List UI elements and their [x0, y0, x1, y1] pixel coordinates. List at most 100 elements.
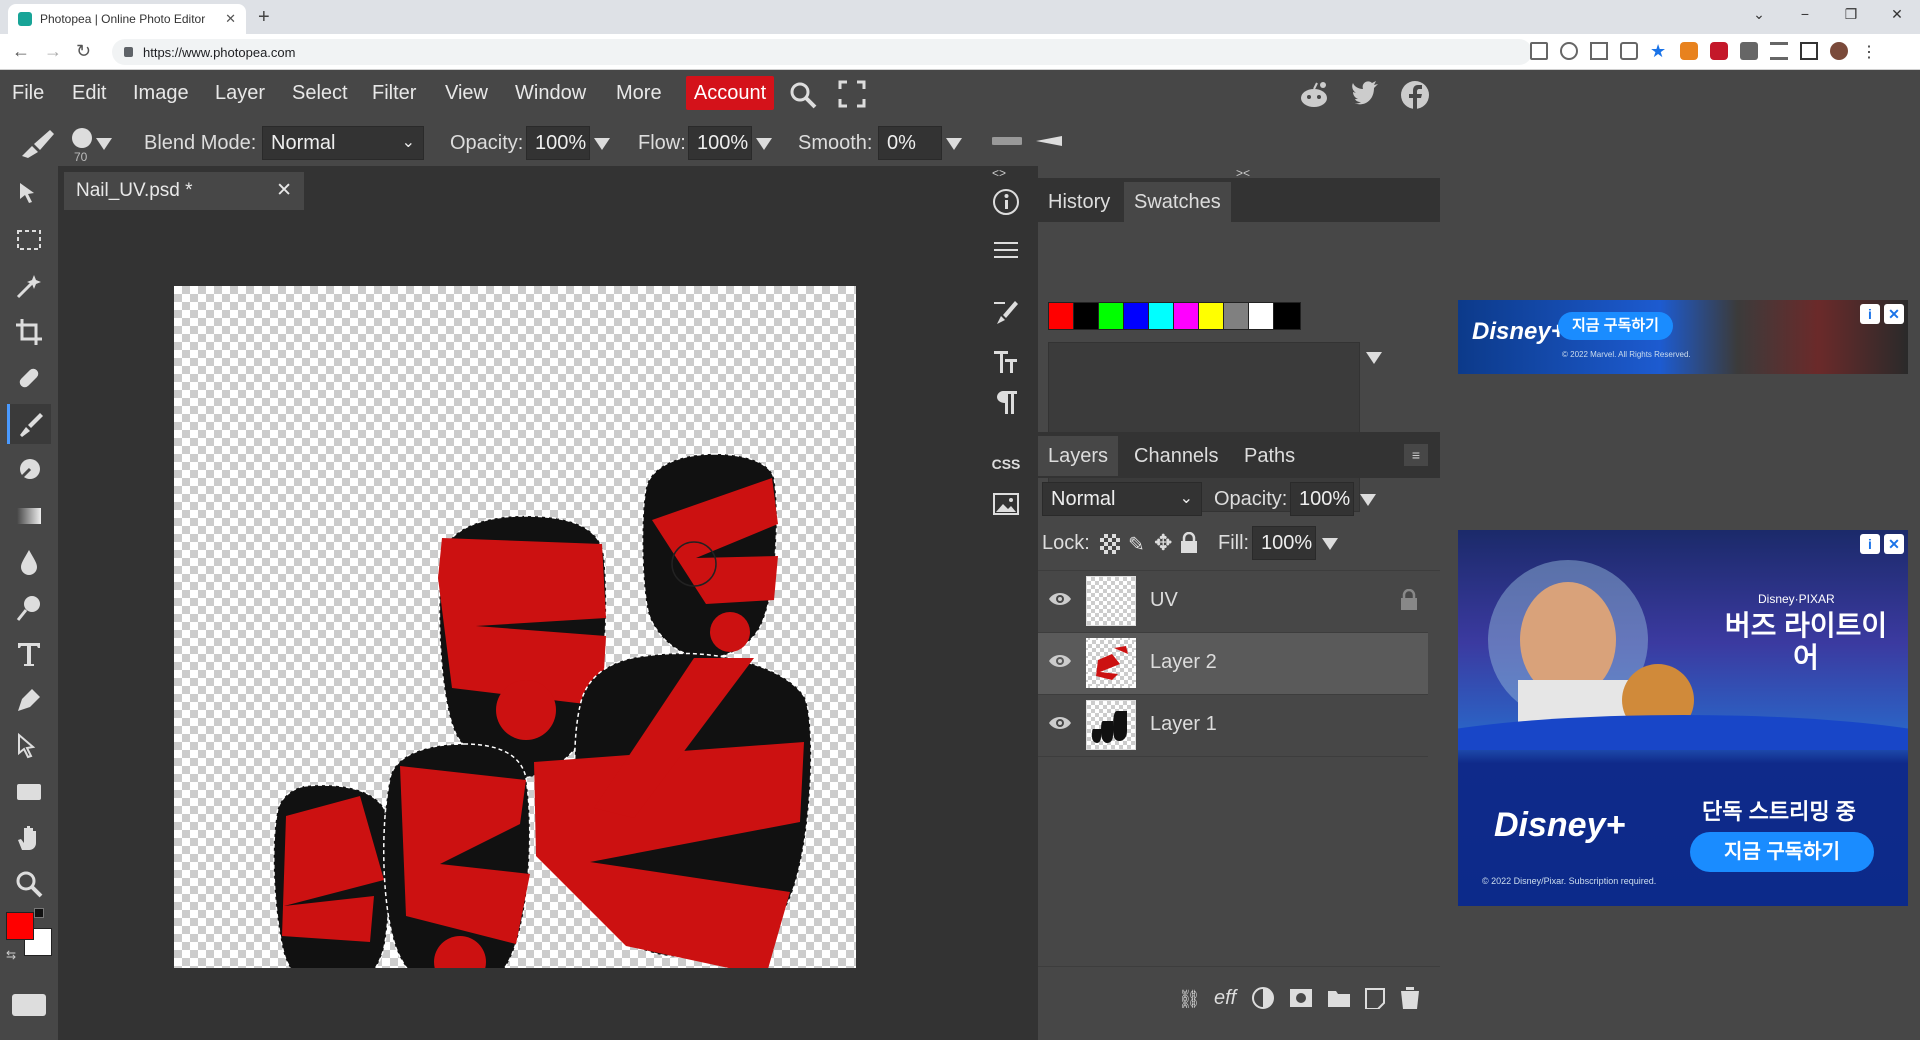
link-layers-icon[interactable]: ⛓	[1178, 989, 1201, 1010]
default-colors-icon[interactable]	[34, 908, 44, 918]
adjustments-icon[interactable]	[982, 228, 1030, 272]
close-window-button[interactable]: ✕	[1874, 0, 1920, 34]
bookmark-star-icon[interactable]: ★	[1650, 42, 1668, 60]
keyboard-icon[interactable]	[12, 994, 46, 1016]
eye-icon[interactable]	[1048, 591, 1072, 612]
tab-layers[interactable]: Layers	[1038, 436, 1119, 476]
rectangle-tool[interactable]	[7, 772, 51, 812]
fill-input[interactable]: 100%	[1252, 526, 1316, 560]
swatch-8[interactable]	[1248, 302, 1276, 330]
move-tool[interactable]	[7, 174, 51, 214]
crop-tool[interactable]	[7, 312, 51, 352]
ad2-subscribe-button[interactable]: 지금 구독하기	[1690, 832, 1874, 872]
brush-settings-icon[interactable]	[982, 290, 1030, 334]
tab-history[interactable]: History	[1038, 182, 1120, 222]
swatch-7[interactable]	[1223, 302, 1251, 330]
close-document-icon[interactable]: ✕	[276, 172, 292, 210]
tab-channels[interactable]: Channels	[1124, 436, 1229, 476]
menu-more[interactable]: More	[616, 82, 662, 105]
opacity-dropdown-icon[interactable]	[594, 138, 610, 150]
pressure-size-icon[interactable]	[992, 134, 1022, 148]
menu-filter[interactable]: Filter	[372, 82, 416, 105]
image-icon[interactable]	[982, 482, 1030, 526]
collapse-left-toggle[interactable]: <>	[992, 166, 1006, 180]
tab-swatches[interactable]: Swatches	[1124, 182, 1231, 222]
menu-edit[interactable]: Edit	[72, 82, 106, 105]
kebab-menu-icon[interactable]: ⋮	[1860, 42, 1878, 61]
layers-panel-menu-icon[interactable]: ≡	[1404, 444, 1428, 466]
puzzle-icon[interactable]	[1740, 42, 1758, 60]
brush-tool-preset-icon[interactable]	[18, 126, 58, 160]
pen-tool[interactable]	[7, 680, 51, 720]
fox-extension-icon[interactable]	[1680, 42, 1698, 60]
ad-close-icon[interactable]: ✕	[1884, 534, 1904, 554]
lock-icon[interactable]	[124, 47, 133, 57]
swatches-menu-icon[interactable]	[1366, 352, 1382, 364]
ad-info-icon[interactable]: i	[1860, 304, 1880, 324]
menu-file[interactable]: File	[12, 82, 44, 105]
menu-view[interactable]: View	[445, 82, 488, 105]
minimize-button[interactable]: −	[1782, 0, 1828, 34]
layer-row-layer-1[interactable]: Layer 1	[1038, 695, 1428, 757]
lock-paint-icon[interactable]: ✎	[1128, 532, 1145, 557]
ad-banner-top[interactable]: Disney+ 지금 구독하기 © 2022 Marvel. All Right…	[1458, 300, 1908, 374]
page-icon[interactable]	[1590, 42, 1608, 60]
document-canvas[interactable]	[174, 286, 856, 995]
swatch-1[interactable]	[1073, 302, 1101, 330]
dodge-tool[interactable]	[7, 588, 51, 628]
tab-paths[interactable]: Paths	[1234, 436, 1305, 476]
brush-size-dropdown-icon[interactable]	[96, 138, 112, 150]
swap-colors-icon[interactable]: ⇆	[6, 948, 16, 962]
lock-all-icon[interactable]	[1180, 532, 1198, 554]
twitter-icon[interactable]	[1350, 80, 1380, 110]
smooth-input[interactable]: 0%	[878, 126, 942, 160]
magic-wand-tool[interactable]	[7, 266, 51, 306]
blend-mode-select[interactable]: Normal ⌄	[262, 126, 424, 160]
swatch-6[interactable]	[1198, 302, 1226, 330]
gradient-tool[interactable]	[7, 496, 51, 536]
zoom-icon[interactable]	[1560, 42, 1578, 60]
chevron-down-icon[interactable]: ⌄	[1736, 0, 1782, 34]
facebook-icon[interactable]	[1400, 80, 1430, 110]
delete-layer-icon[interactable]	[1400, 987, 1420, 1009]
opacity-input[interactable]: 100%	[526, 126, 590, 160]
eraser-tool[interactable]	[7, 450, 51, 490]
ad-banner-large[interactable]: Disney·PIXAR 버즈 라이트이어 Disney+ 단독 스트리밍 중 …	[1458, 530, 1908, 906]
new-layer-icon[interactable]	[1364, 987, 1386, 1009]
menu-window[interactable]: Window	[515, 82, 586, 105]
ad1-subscribe-button[interactable]: 지금 구독하기	[1558, 312, 1673, 340]
forward-arrow-icon[interactable]: →	[44, 41, 62, 62]
reading-list-icon[interactable]	[1770, 42, 1788, 60]
pressure-opacity-icon[interactable]	[1034, 134, 1064, 148]
reddit-icon[interactable]	[1298, 80, 1330, 110]
shield-extension-icon[interactable]	[1710, 42, 1728, 60]
layer-effects-button[interactable]: eff	[1214, 987, 1236, 1010]
path-select-tool[interactable]	[7, 726, 51, 766]
foreground-color-swatch[interactable]	[6, 912, 34, 940]
type-tool[interactable]	[7, 634, 51, 674]
layer-mask-icon[interactable]	[1290, 989, 1312, 1007]
character-icon[interactable]	[982, 340, 1030, 384]
fullscreen-icon[interactable]	[838, 80, 866, 108]
back-arrow-icon[interactable]: ←	[12, 41, 30, 62]
hand-tool[interactable]	[7, 818, 51, 858]
swatch-0[interactable]	[1048, 302, 1076, 330]
zoom-tool[interactable]	[7, 864, 51, 904]
lock-transparency-icon[interactable]	[1100, 534, 1120, 554]
share-icon[interactable]	[1620, 42, 1638, 60]
search-icon[interactable]	[788, 80, 818, 110]
browser-tab[interactable]: Photopea | Online Photo Editor ✕	[8, 4, 246, 34]
flow-input[interactable]: 100%	[688, 126, 752, 160]
css-icon[interactable]: CSS	[982, 442, 1030, 486]
adjustment-layer-icon[interactable]	[1252, 987, 1274, 1009]
url-field[interactable]: https://www.photopea.com	[112, 39, 1532, 65]
fill-dropdown-icon[interactable]	[1322, 538, 1338, 550]
account-button[interactable]: Account	[686, 76, 774, 110]
layer-row-uv[interactable]: UV	[1038, 571, 1428, 633]
layer-blend-mode-select[interactable]: Normal ⌄	[1042, 482, 1202, 516]
menu-image[interactable]: Image	[133, 82, 189, 105]
layer-row-layer-2[interactable]: Layer 2	[1038, 633, 1428, 695]
ad-close-icon[interactable]: ✕	[1884, 304, 1904, 324]
smooth-dropdown-icon[interactable]	[946, 138, 962, 150]
swatch-4[interactable]	[1148, 302, 1176, 330]
